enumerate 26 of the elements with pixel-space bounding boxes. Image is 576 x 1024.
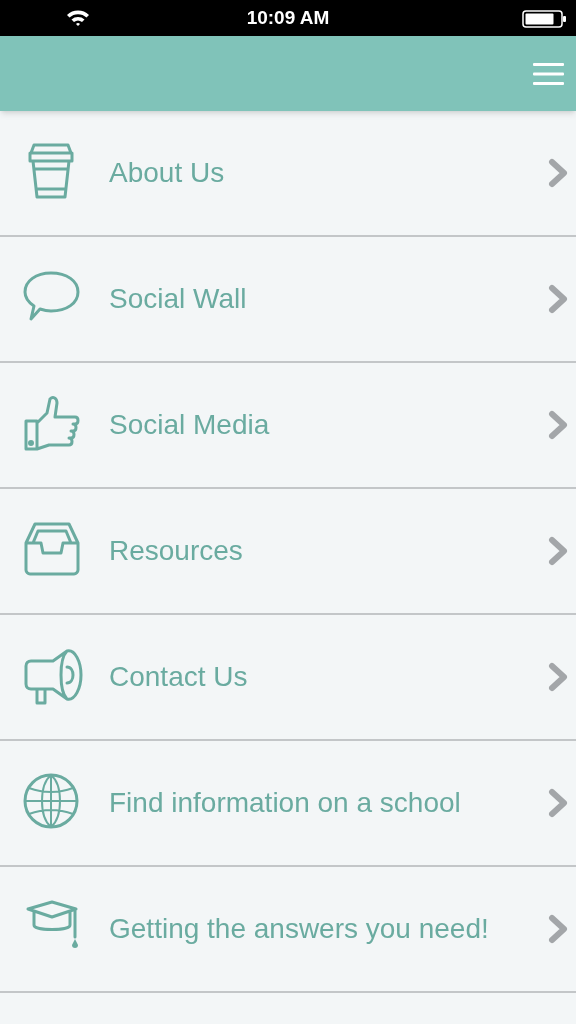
- menu-item[interactable]: About Us: [0, 111, 576, 237]
- menu-label: Getting the answers you need!: [109, 912, 490, 946]
- menu-icon[interactable]: [533, 62, 564, 85]
- menu-label: Social Media: [109, 408, 271, 442]
- menu-item[interactable]: Resources: [0, 489, 576, 615]
- menu-item[interactable]: Getting the answers you need!: [0, 867, 576, 993]
- chevron-right-icon: [548, 662, 568, 692]
- menu-item[interactable]: Social Wall: [0, 237, 576, 363]
- menu-item[interactable]: Social Media: [0, 363, 576, 489]
- chevron-right-icon: [548, 410, 568, 440]
- status-time: 10:09 AM: [245, 5, 331, 30]
- menu-label: Resources: [109, 534, 244, 568]
- chevron-right-icon: [548, 914, 568, 944]
- chevron-right-icon: [548, 158, 568, 188]
- menu-label: Contact Us: [109, 660, 249, 694]
- battery-icon: [522, 10, 568, 28]
- menu-label: About Us: [109, 156, 226, 190]
- menu-label: Social Wall: [109, 282, 248, 316]
- menu-label: Find information on a school: [109, 786, 462, 820]
- wifi-icon: [66, 9, 90, 26]
- menu-item[interactable]: Find information on a school: [0, 741, 576, 867]
- chevron-right-icon: [548, 284, 568, 314]
- menu-item[interactable]: Contact Us: [0, 615, 576, 741]
- chevron-right-icon: [548, 788, 568, 818]
- megaphone-icon: [23, 647, 83, 707]
- chevron-right-icon: [548, 536, 568, 566]
